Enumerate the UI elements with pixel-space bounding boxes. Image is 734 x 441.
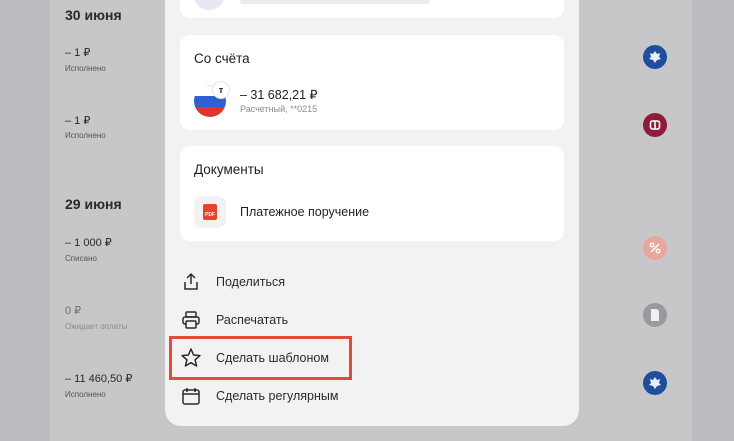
action-label: Распечатать bbox=[216, 313, 289, 327]
documents-card: Документы PDF Платежное поручение bbox=[180, 146, 564, 241]
print-button[interactable]: Распечатать bbox=[180, 306, 480, 334]
transaction-amount: – 1 ₽ bbox=[65, 47, 91, 59]
make-recurring-button[interactable]: Сделать регулярным bbox=[180, 382, 480, 410]
account-number: Расчетный, **0215 bbox=[240, 104, 318, 114]
transaction-amount: – 11 460,50 ₽ bbox=[65, 373, 133, 385]
recipient-text bbox=[240, 0, 430, 4]
card-title: Со счёта bbox=[194, 51, 250, 66]
emblem-icon bbox=[643, 371, 667, 395]
calendar-icon bbox=[180, 385, 202, 407]
transaction-amount: – 1 ₽ bbox=[65, 115, 91, 127]
highlight-box bbox=[169, 336, 352, 380]
action-label: Сделать регулярным bbox=[216, 389, 339, 403]
avatar bbox=[194, 0, 224, 10]
transaction-amount: 0 ₽ bbox=[65, 305, 82, 317]
share-button[interactable]: Поделиться bbox=[180, 268, 480, 296]
from-account-card: Со счёта т – 31 682,21 ₽ Расчетный, **02… bbox=[180, 35, 564, 130]
account-amount: – 31 682,21 ₽ bbox=[240, 88, 318, 102]
date-header: 29 июня bbox=[65, 196, 122, 212]
transaction-amount: – 1 000 ₽ bbox=[65, 237, 112, 249]
share-icon bbox=[180, 271, 202, 293]
transaction-status: Ожидает оплаты bbox=[65, 322, 128, 331]
bank-logo-icon bbox=[643, 113, 667, 137]
pdf-icon: PDF bbox=[194, 196, 226, 228]
emblem-icon bbox=[643, 45, 667, 69]
transaction-status: Исполнено bbox=[65, 64, 106, 73]
transaction-status: Исполнено bbox=[65, 390, 106, 399]
action-label: Поделиться bbox=[216, 275, 286, 289]
document-link[interactable]: Платежное поручение bbox=[240, 205, 369, 219]
printer-icon bbox=[180, 309, 202, 331]
date-header: 30 июня bbox=[65, 7, 122, 23]
document-icon bbox=[643, 303, 667, 327]
recipient-card bbox=[180, 0, 564, 18]
transaction-status: Списано bbox=[65, 254, 97, 263]
card-title: Документы bbox=[194, 162, 264, 177]
transaction-status: Исполнено bbox=[65, 131, 106, 140]
percent-icon bbox=[643, 236, 667, 260]
bank-badge-icon: т bbox=[213, 82, 229, 98]
